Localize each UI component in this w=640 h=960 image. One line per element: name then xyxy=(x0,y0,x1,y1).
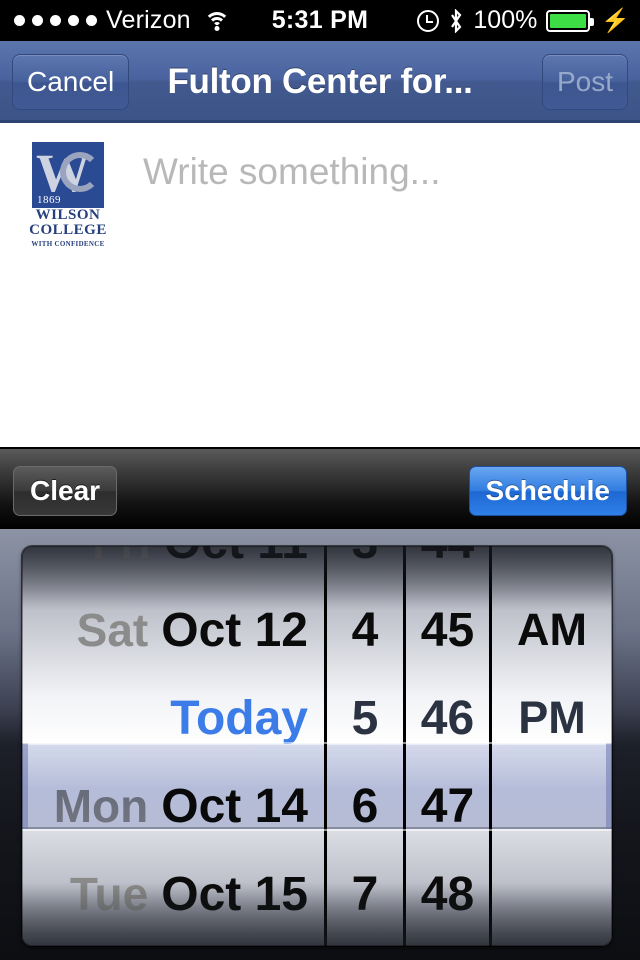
post-button[interactable]: Post xyxy=(541,54,628,110)
hour-option[interactable]: 6 xyxy=(327,762,403,850)
schedule-button[interactable]: Schedule xyxy=(468,466,627,516)
clear-button[interactable]: Clear xyxy=(13,466,118,516)
battery-icon xyxy=(546,9,595,32)
date-time-picker[interactable]: FriOct 11SatOct 12TodayMonOct 14TueOct 1… xyxy=(0,529,640,960)
minute-option[interactable]: 46 xyxy=(406,674,489,762)
alarm-clock-icon xyxy=(417,9,440,32)
composer-area[interactable]: W 1869 WILSON COLLEGE WITH CONFIDENCE Wr… xyxy=(0,123,640,447)
hour-option[interactable]: 7 xyxy=(327,850,403,938)
ampm-option[interactable]: PM xyxy=(492,674,612,762)
day-of-week: Tue xyxy=(69,868,149,920)
navigation-bar: Cancel Fulton Center for... Post xyxy=(0,41,640,123)
logo-tagline: WITH CONFIDENCE xyxy=(31,239,105,248)
ampm-option[interactable] xyxy=(492,850,612,938)
picker-toolbar: Clear Schedule xyxy=(0,447,640,529)
avatar: W 1869 WILSON COLLEGE WITH CONFIDENCE xyxy=(26,142,110,250)
date-option[interactable]: Sat Oct 12 xyxy=(22,586,324,674)
ampm-option[interactable]: AM xyxy=(492,586,612,674)
date-label: Oct 12 xyxy=(161,603,308,657)
date-wheel[interactable]: FriOct 11SatOct 12TodayMonOct 14TueOct 1… xyxy=(22,546,324,946)
phone-screen: Verizon 5:31 PM 100% ⚡ Cancel Fulton Cen… xyxy=(0,0,640,960)
lightning-bolt-icon: ⚡ xyxy=(601,7,630,33)
ampm-option[interactable] xyxy=(492,546,612,586)
ampm-wheel[interactable]: AM PM xyxy=(489,546,612,946)
date-label: Today xyxy=(170,691,308,745)
logo-wordmark: WILSON COLLEGE WITH CONFIDENCE xyxy=(26,207,110,248)
hour-option[interactable]: 5 xyxy=(327,674,403,762)
composer-placeholder[interactable]: Write something... xyxy=(143,151,440,193)
cancel-button[interactable]: Cancel xyxy=(12,54,130,110)
picker-wheels[interactable]: FriOct 11SatOct 12TodayMonOct 14TueOct 1… xyxy=(22,546,612,946)
ampm-option[interactable] xyxy=(492,762,612,850)
battery-percent-label: 100% xyxy=(473,6,538,34)
logo-year: 1869 xyxy=(37,194,61,206)
date-option[interactable]: Fri Oct 11 xyxy=(22,546,324,586)
page-title: Fulton Center for... xyxy=(167,62,473,101)
day-of-week: Sat xyxy=(76,604,149,656)
date-option[interactable]: Tue Oct 15 xyxy=(22,850,324,938)
day-of-week: Fri xyxy=(92,546,151,569)
status-bar: Verizon 5:31 PM 100% ⚡ xyxy=(0,0,640,41)
date-option[interactable]: Mon Oct 14 xyxy=(22,762,324,850)
status-bar-right: 100% ⚡ xyxy=(417,0,630,41)
bluetooth-icon xyxy=(448,8,464,33)
date-label: Oct 15 xyxy=(161,867,308,921)
logo-line-2: COLLEGE xyxy=(29,222,107,239)
hour-option[interactable]: 4 xyxy=(327,586,403,674)
minute-option[interactable]: 44 xyxy=(406,546,489,586)
date-label: Oct 14 xyxy=(161,779,308,833)
minute-wheel[interactable]: 4445464748 xyxy=(403,546,489,946)
minute-option[interactable]: 48 xyxy=(406,850,489,938)
logo-line-1: WILSON xyxy=(35,207,101,223)
wilson-college-logo-icon: W 1869 xyxy=(32,142,104,208)
hour-wheel[interactable]: 34567 xyxy=(324,546,403,946)
date-label: Oct 11 xyxy=(164,546,308,570)
date-option[interactable]: Today xyxy=(22,674,324,762)
minute-option[interactable]: 47 xyxy=(406,762,489,850)
minute-option[interactable]: 45 xyxy=(406,586,489,674)
day-of-week: Mon xyxy=(53,780,149,832)
hour-option[interactable]: 3 xyxy=(327,546,403,586)
